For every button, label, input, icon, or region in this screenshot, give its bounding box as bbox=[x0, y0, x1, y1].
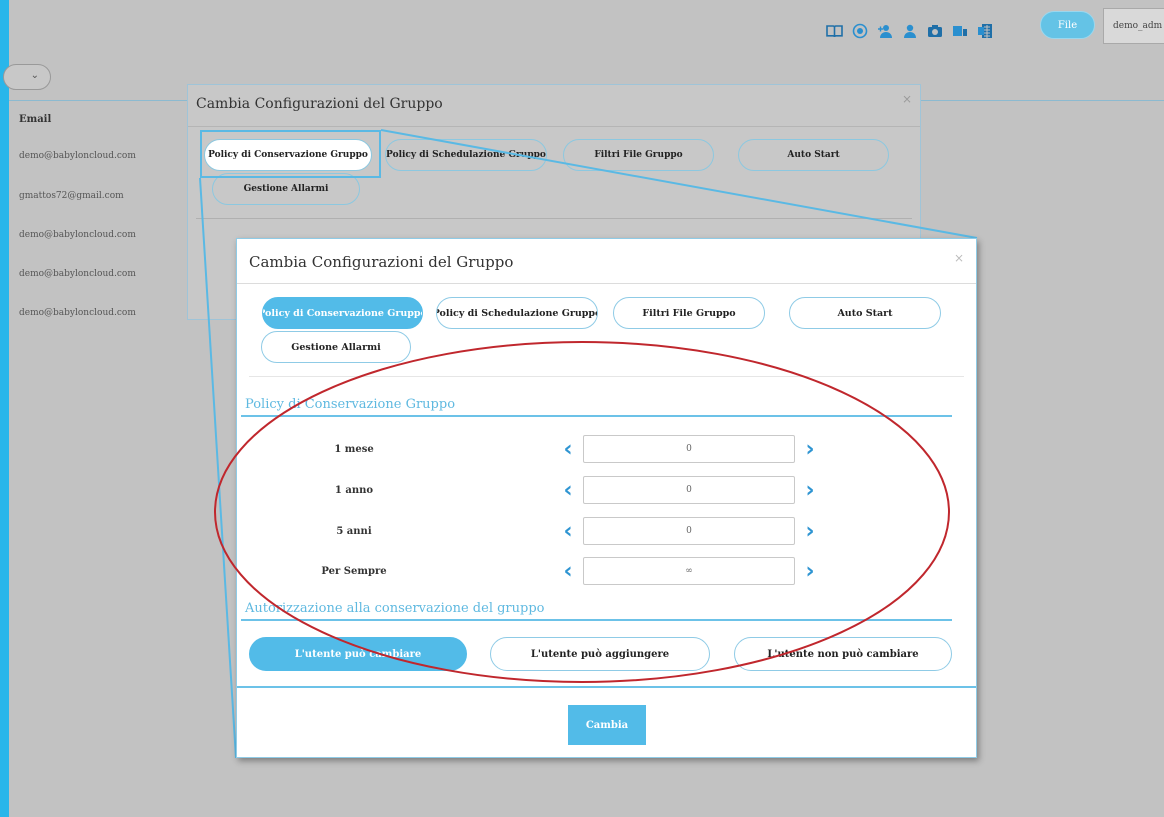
modal-title: Cambia Configurazioni del Gruppo bbox=[249, 253, 514, 271]
decrease-arrow-icon[interactable]: ‹ bbox=[561, 521, 575, 543]
increase-arrow-icon[interactable]: › bbox=[803, 521, 817, 543]
devices-icon[interactable] bbox=[951, 23, 968, 40]
retention-input[interactable] bbox=[583, 435, 795, 463]
close-icon[interactable]: × bbox=[954, 251, 964, 265]
permission-option-no-change[interactable]: L'utente non può cambiare bbox=[734, 637, 952, 671]
submit-button[interactable]: Cambia bbox=[568, 705, 646, 745]
section-title-permission: Autorizzazione alla conservazione del gr… bbox=[245, 601, 545, 616]
tab-auto-start[interactable]: Auto Start bbox=[789, 297, 941, 329]
decrease-arrow-icon[interactable]: ‹ bbox=[561, 561, 575, 583]
username-field[interactable]: demo_adm bbox=[1103, 8, 1164, 44]
modal-title: Cambia Configurazioni del Gruppo bbox=[196, 96, 443, 112]
permission-option-add[interactable]: L'utente può aggiungere bbox=[490, 637, 710, 671]
decrease-arrow-icon[interactable]: ‹ bbox=[561, 480, 575, 502]
toolbar-icons bbox=[826, 19, 993, 43]
tab-conservation-policy[interactable]: Policy di Conservazione Gruppo bbox=[262, 297, 423, 329]
email-cell: demo@babyloncloud.com bbox=[19, 230, 136, 240]
increase-arrow-icon[interactable]: › bbox=[803, 439, 817, 461]
divider bbox=[237, 283, 976, 284]
retention-label: 5 anni bbox=[336, 526, 372, 537]
retention-label: Per Sempre bbox=[321, 566, 387, 577]
retention-input[interactable] bbox=[583, 476, 795, 504]
close-icon[interactable]: × bbox=[902, 92, 912, 106]
email-cell: gmattos72@gmail.com bbox=[19, 191, 124, 201]
section-title-retention: Policy di Conservazione Gruppo bbox=[245, 397, 456, 412]
tab-schedule-policy[interactable]: Policy di Schedulazione Gruppo bbox=[436, 297, 598, 329]
divider bbox=[249, 376, 964, 377]
divider bbox=[921, 100, 1164, 101]
decrease-arrow-icon[interactable]: ‹ bbox=[561, 439, 575, 461]
footer-divider bbox=[237, 686, 976, 688]
divider bbox=[196, 218, 912, 219]
tab-auto-start[interactable]: Auto Start bbox=[738, 139, 889, 171]
retention-input[interactable] bbox=[583, 517, 795, 545]
tab-file-filters[interactable]: Filtri File Gruppo bbox=[563, 139, 714, 171]
increase-arrow-icon[interactable]: › bbox=[803, 480, 817, 502]
spreadsheet-icon[interactable] bbox=[976, 23, 993, 40]
email-cell: demo@babyloncloud.com bbox=[19, 151, 136, 161]
tab-alarm-management[interactable]: Gestione Allarmi bbox=[261, 331, 411, 363]
permission-option-change[interactable]: L'utente può cambiare bbox=[249, 637, 467, 671]
retention-label: 1 anno bbox=[334, 485, 374, 496]
user-icon[interactable] bbox=[901, 23, 918, 40]
add-user-icon[interactable] bbox=[876, 23, 893, 40]
email-cell: demo@babyloncloud.com bbox=[19, 269, 136, 279]
increase-arrow-icon[interactable]: › bbox=[803, 561, 817, 583]
divider bbox=[9, 100, 187, 101]
book-icon[interactable] bbox=[826, 23, 843, 40]
globe-icon[interactable] bbox=[851, 23, 868, 40]
chevron-down-icon: ⌄ bbox=[30, 70, 39, 81]
file-button[interactable]: File bbox=[1040, 11, 1095, 39]
filter-select[interactable]: ⌄ bbox=[3, 64, 51, 90]
zoom-focus-rectangle bbox=[200, 130, 381, 178]
column-header-email: Email bbox=[19, 114, 52, 125]
section-divider bbox=[241, 415, 952, 417]
group-settings-modal: Cambia Configurazioni del Gruppo × Polic… bbox=[236, 238, 977, 758]
retention-input[interactable] bbox=[583, 557, 795, 585]
tab-schedule-policy[interactable]: Policy di Schedulazione Gruppo bbox=[385, 139, 547, 171]
divider bbox=[188, 126, 920, 127]
retention-label: 1 mese bbox=[334, 444, 374, 455]
section-divider bbox=[241, 619, 952, 621]
camera-icon[interactable] bbox=[926, 23, 943, 40]
tab-file-filters[interactable]: Filtri File Gruppo bbox=[613, 297, 765, 329]
email-cell: demo@babyloncloud.com bbox=[19, 308, 136, 318]
left-accent-strip bbox=[0, 0, 9, 817]
